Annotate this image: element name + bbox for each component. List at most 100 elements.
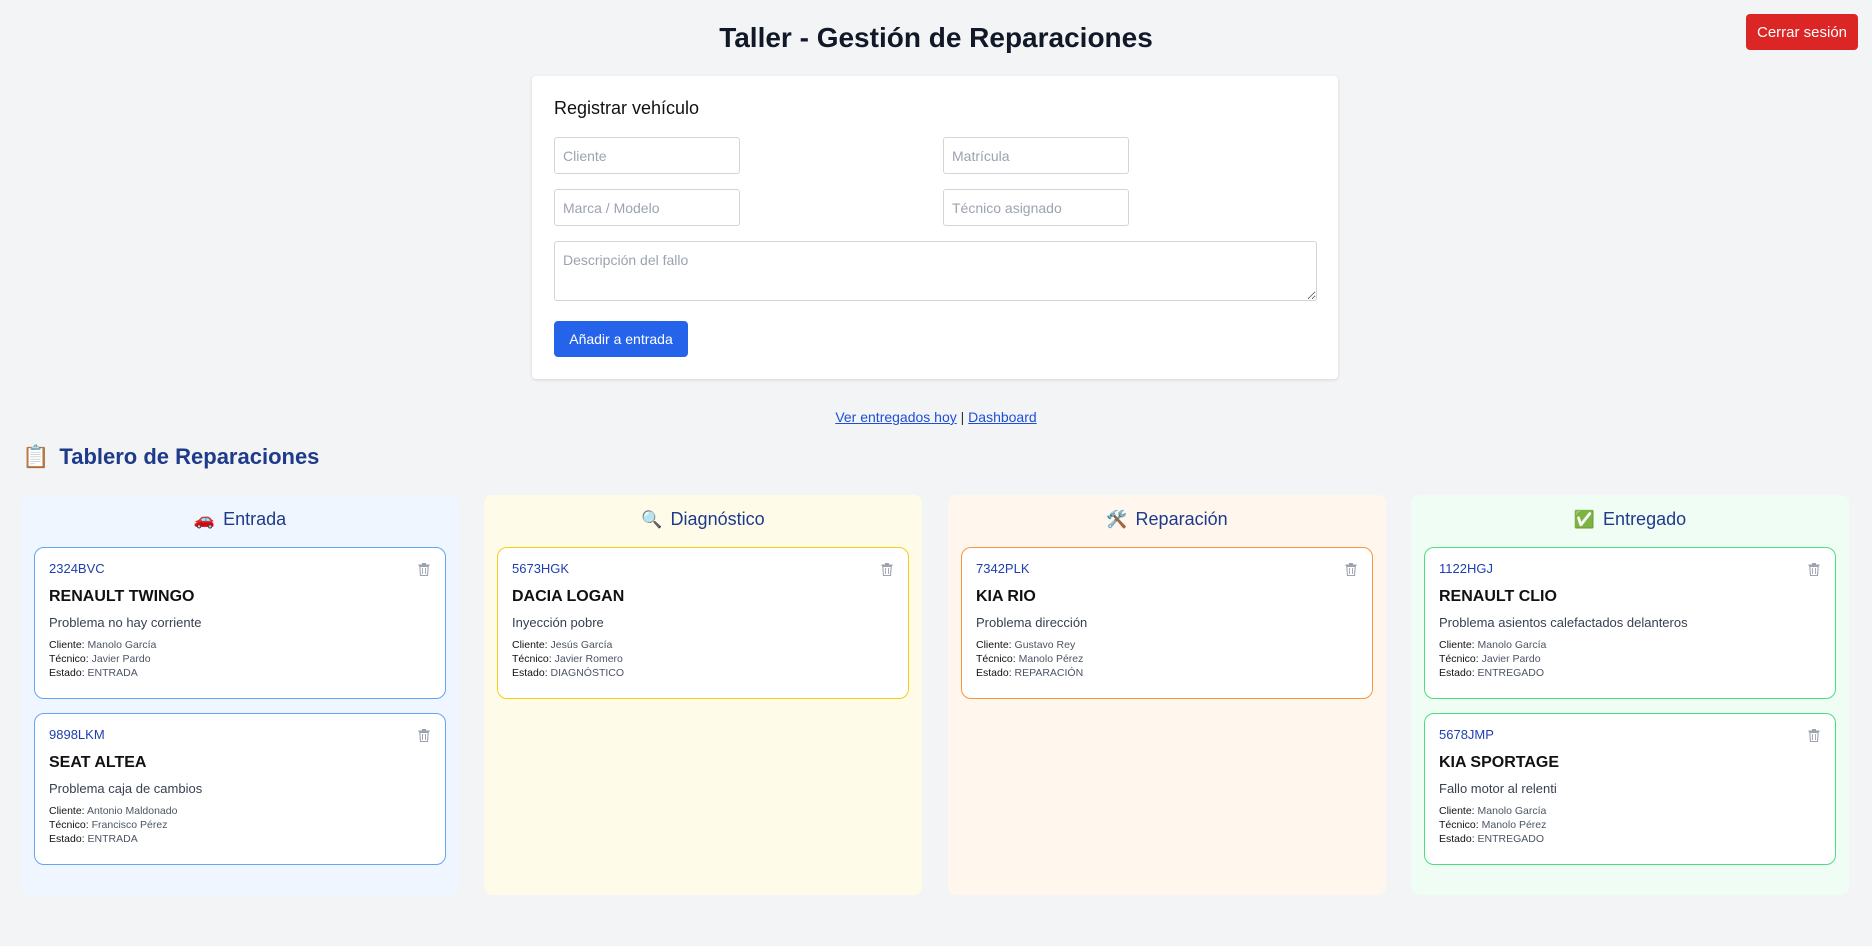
marca-modelo-input[interactable]: [554, 189, 740, 226]
estado-value: REPARACIÓN: [1014, 667, 1084, 679]
magnifier-icon: 🔍: [641, 510, 663, 529]
tecnico-value: Manolo Pérez: [1481, 819, 1547, 831]
repair-card[interactable]: 5678JMP KIA SPORTAGE Fallo motor al relent…: [1424, 713, 1836, 865]
estado-value: ENTREGADO: [1477, 667, 1545, 679]
cliente-label: Cliente:: [49, 639, 85, 651]
tecnico-label: Técnico:: [976, 653, 1016, 665]
plate-number: 5678JMP: [1439, 727, 1494, 742]
vehicle-model: RENAULT TWINGO: [49, 588, 195, 605]
plate-number: 1122HGJ: [1439, 561, 1493, 576]
repair-card[interactable]: 1122HGJ RENAULT CLIO Problema asientos cal…: [1424, 547, 1836, 699]
cliente-value: Manolo García: [1477, 639, 1547, 651]
board-title-text: Tablero de Reparaciones: [59, 444, 320, 469]
cliente-value: Antonio Maldonado: [86, 805, 178, 817]
repair-card[interactable]: 2324BVC RENAULT TWINGO Problema no hay cor…: [34, 547, 446, 699]
card-meta: Cliente: Manolo García Técnico: Javier Pa…: [1439, 638, 1821, 680]
column-title: 🛠️ Reparación: [948, 509, 1386, 530]
vehicle-model: KIA SPORTAGE: [1439, 754, 1560, 771]
tecnico-input[interactable]: [943, 189, 1129, 226]
fault-description: Inyección pobre: [512, 615, 604, 630]
form-title: Registrar vehículo: [554, 98, 700, 118]
estado-label: Estado:: [49, 667, 85, 679]
column-title-text: Reparación: [1135, 509, 1228, 529]
column-title-text: Entregado: [1603, 509, 1687, 529]
vehicle-model: RENAULT CLIO: [1439, 588, 1557, 605]
card-meta: Cliente: Manolo García Técnico: Manolo Pé…: [1439, 804, 1821, 846]
clipboard-icon: 📋: [22, 444, 50, 469]
tecnico-label: Técnico:: [1439, 653, 1479, 665]
estado-value: ENTREGADO: [1477, 833, 1545, 845]
tecnico-value: Javier Pardo: [91, 653, 151, 665]
board-title: 📋 Tablero de Reparaciones: [22, 444, 319, 470]
repair-card[interactable]: 9898LKM SEAT ALTEA Problema caja de cambio…: [34, 713, 446, 865]
column-title: ✅ Entregado: [1411, 509, 1849, 530]
trash-icon[interactable]: [1345, 563, 1357, 576]
cliente-input[interactable]: [554, 137, 740, 174]
tecnico-value: Francisco Pérez: [91, 819, 168, 831]
fault-description: Fallo motor al relenti: [1439, 781, 1557, 796]
column-1: 🔍 Diagnóstico 5673HGK DACIA LOGAN Inyección …: [484, 495, 922, 895]
register-vehicle-form: Registrar vehículo Añadir a entrada: [532, 76, 1338, 379]
estado-label: Estado:: [1439, 667, 1475, 679]
plate-number: 5673HGK: [512, 561, 570, 576]
logout-button[interactable]: Cerrar sesión: [1746, 14, 1858, 50]
cliente-value: Gustavo Rey: [1014, 639, 1076, 651]
column-3: ✅ Entregado 1122HGJ RENAULT CLIO Problema as…: [1411, 495, 1849, 895]
tools-icon: 🛠️: [1106, 510, 1128, 529]
entregados-hoy-link[interactable]: Ver entregados hoy: [835, 409, 956, 425]
cliente-value: Manolo García: [1477, 805, 1547, 817]
estado-label: Estado:: [49, 833, 85, 845]
tecnico-label: Técnico:: [1439, 819, 1479, 831]
tecnico-label: Técnico:: [49, 819, 89, 831]
column-title: 🔍 Diagnóstico: [484, 509, 922, 530]
add-entry-button[interactable]: Añadir a entrada: [554, 321, 688, 357]
repair-card[interactable]: 5673HGK DACIA LOGAN Inyección pobre Cliente…: [497, 547, 909, 699]
cliente-label: Cliente:: [1439, 805, 1475, 817]
tecnico-value: Manolo Pérez: [1018, 653, 1084, 665]
tecnico-label: Técnico:: [49, 653, 89, 665]
estado-label: Estado:: [976, 667, 1012, 679]
trash-icon[interactable]: [1808, 729, 1820, 742]
cliente-label: Cliente:: [512, 639, 548, 651]
column-2: 🛠️ Reparación 7342PLK KIA RIO Problema direc…: [948, 495, 1386, 895]
cliente-value: Manolo García: [87, 639, 157, 651]
trash-icon[interactable]: [418, 729, 430, 742]
plate-number: 2324BVC: [49, 561, 105, 576]
repair-card[interactable]: 7342PLK KIA RIO Problema dirección Cliente:…: [961, 547, 1373, 699]
descripcion-textarea[interactable]: [554, 241, 1317, 301]
cliente-label: Cliente:: [976, 639, 1012, 651]
estado-value: ENTRADA: [87, 833, 138, 845]
fault-description: Problema no hay corriente: [49, 615, 202, 630]
card-meta: Cliente: Antonio Maldonado Técnico: Franc…: [49, 804, 431, 846]
card-meta: Cliente: Gustavo Rey Técnico: Manolo Pére…: [976, 638, 1358, 680]
fault-description: Problema asientos calefactados delantero…: [1439, 615, 1688, 630]
matricula-input[interactable]: [943, 137, 1129, 174]
column-title-text: Diagnóstico: [670, 509, 765, 529]
fault-description: Problema caja de cambios: [49, 781, 203, 796]
tecnico-value: Javier Romero: [554, 653, 623, 665]
tecnico-label: Técnico:: [512, 653, 552, 665]
card-meta: Cliente: Jesús García Técnico: Javier Rom…: [512, 638, 894, 680]
tecnico-value: Javier Pardo: [1481, 653, 1541, 665]
column-title-text: Entrada: [223, 509, 287, 529]
vehicle-model: DACIA LOGAN: [512, 588, 625, 605]
fault-description: Problema dirección: [976, 615, 1088, 630]
cliente-label: Cliente:: [1439, 639, 1475, 651]
car-icon: 🚗: [193, 510, 216, 529]
link-separator: |: [960, 409, 965, 425]
page-title: Taller - Gestión de Reparaciones: [719, 22, 1153, 53]
cliente-value: Jesús García: [550, 639, 613, 651]
plate-number: 7342PLK: [976, 561, 1030, 576]
column-title: 🚗 Entrada: [21, 509, 459, 530]
estado-value: DIAGNÓSTICO: [550, 667, 625, 679]
estado-value: ENTRADA: [87, 667, 138, 679]
trash-icon[interactable]: [418, 563, 430, 576]
vehicle-model: KIA RIO: [976, 588, 1036, 605]
trash-icon[interactable]: [881, 563, 893, 576]
check-icon: ✅: [1573, 510, 1596, 529]
trash-icon[interactable]: [1808, 563, 1820, 576]
vehicle-model: SEAT ALTEA: [49, 754, 147, 771]
card-meta: Cliente: Manolo García Técnico: Javier Pa…: [49, 638, 431, 680]
cliente-label: Cliente:: [49, 805, 85, 817]
dashboard-link[interactable]: Dashboard: [968, 409, 1037, 425]
